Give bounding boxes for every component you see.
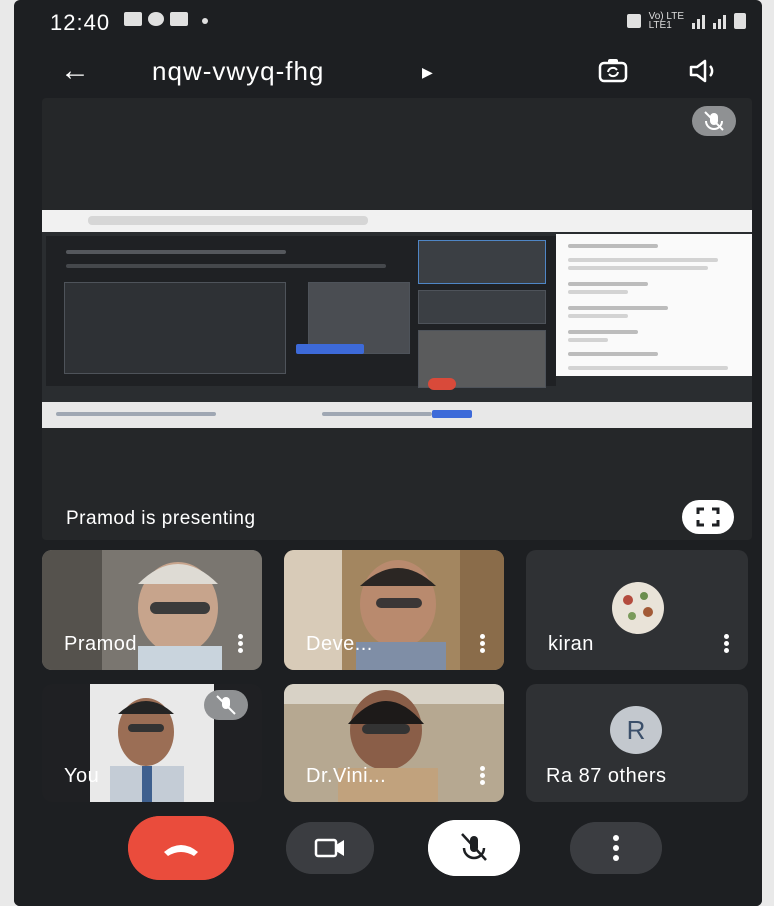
- avatar: [612, 582, 664, 634]
- mic-toggle-button[interactable]: [428, 820, 520, 876]
- shared-chat-panel: [556, 234, 752, 376]
- speaker-icon[interactable]: [686, 54, 720, 88]
- participant-tile-pramod[interactable]: Pramod: [42, 550, 262, 670]
- more-options-button[interactable]: [570, 822, 662, 874]
- browser-tab-strip: [42, 210, 752, 232]
- participant-tile-you[interactable]: You: [42, 684, 262, 802]
- status-time: 12:40: [50, 10, 111, 35]
- presenting-label: Pramod is presenting: [66, 508, 256, 529]
- camera-toggle-button[interactable]: [286, 822, 374, 874]
- participant-tile-kiran[interactable]: kiran: [526, 550, 748, 670]
- gallery-icon: [124, 12, 142, 26]
- end-call-button[interactable]: [128, 816, 234, 880]
- participant-name: kiran: [548, 633, 594, 655]
- self-video: [90, 684, 214, 802]
- participant-tile-deve[interactable]: Deve...: [284, 550, 504, 670]
- meet-screen: 12:40 Vo) LTE LTE1 ← nqw-vwyq-fhg ▶ Pram…: [14, 0, 762, 906]
- status-bar: 12:40 Vo) LTE LTE1: [14, 0, 762, 44]
- shared-end-button: [428, 378, 456, 390]
- participant-name: You: [64, 765, 100, 787]
- avatar: R: [610, 706, 662, 754]
- mail-icon: [170, 12, 188, 26]
- shared-avatar-tile: [418, 240, 546, 284]
- meeting-code[interactable]: nqw-vwyq-fhg: [152, 56, 324, 87]
- caret-right-icon[interactable]: ▶: [422, 64, 433, 81]
- alarm-icon: [626, 14, 641, 28]
- more-vert-icon[interactable]: [480, 634, 486, 654]
- participant-name: Pramod: [64, 633, 138, 655]
- notification-icons: [124, 12, 208, 26]
- meeting-header: ← nqw-vwyq-fhg ▶: [14, 44, 762, 98]
- more-vert-icon[interactable]: [724, 634, 730, 654]
- shared-taskbar: [42, 402, 752, 428]
- participant-name: Deve...: [306, 633, 373, 655]
- shared-blue-button: [296, 344, 364, 354]
- browser-url-bar: [88, 216, 368, 225]
- signal-icon-2: [713, 13, 726, 29]
- participant-name: Ra 87 others: [546, 765, 667, 787]
- participant-name: Dr.Vini...: [306, 765, 387, 787]
- more-notifications-dot: [202, 18, 208, 24]
- back-arrow-icon[interactable]: ←: [60, 54, 90, 88]
- signal-icon: [692, 13, 705, 29]
- network-type: Vo) LTE LTE1: [648, 11, 684, 31]
- presentation-area[interactable]: Pramod is presenting: [42, 98, 752, 540]
- call-controls: [14, 810, 762, 890]
- participant-tile-dr-vini[interactable]: Dr.Vini...: [284, 684, 504, 802]
- whatsapp-icon: [148, 12, 164, 26]
- mic-off-icon: [204, 690, 248, 720]
- more-vert-icon[interactable]: [480, 766, 486, 786]
- switch-camera-icon[interactable]: [596, 54, 630, 88]
- shared-screen: [42, 210, 752, 428]
- fullscreen-icon[interactable]: [682, 500, 734, 534]
- more-vert-icon[interactable]: [238, 634, 244, 654]
- shared-meeting-view: [46, 236, 556, 388]
- avatar-initial: R: [626, 715, 646, 745]
- system-icons: Vo) LTE LTE1: [626, 11, 746, 31]
- home-bar: [14, 892, 762, 906]
- battery-icon: [734, 13, 746, 29]
- participant-tile-others[interactable]: R Ra 87 others: [526, 684, 748, 802]
- mic-off-icon: [692, 106, 736, 136]
